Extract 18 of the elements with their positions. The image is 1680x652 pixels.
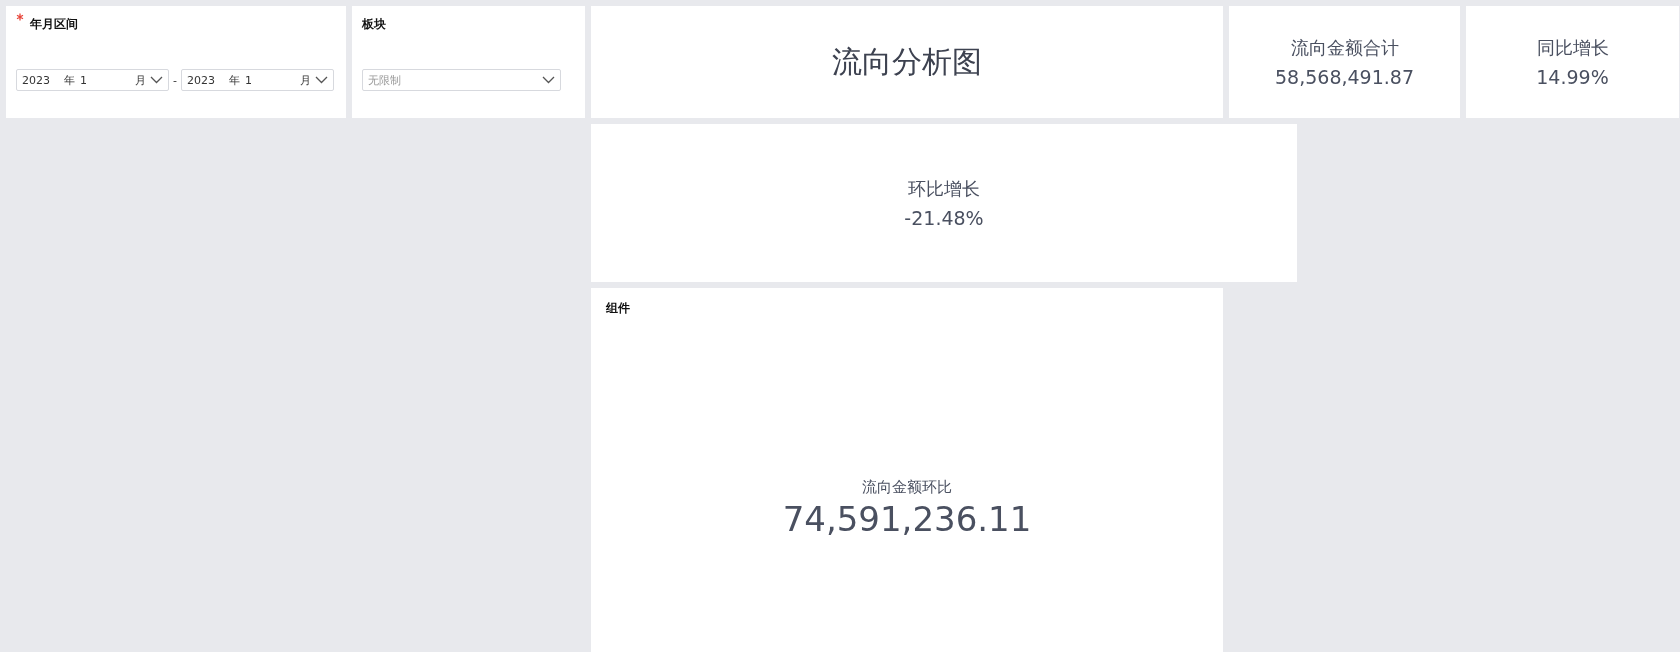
chevron-down-icon: [315, 76, 328, 84]
metric-label: 环比增长: [908, 177, 980, 201]
month-picker[interactable]: 2023 年 1 月: [16, 69, 169, 91]
metric-value: -21.48%: [904, 207, 984, 229]
filter-label: 板块: [362, 16, 386, 33]
filter-label: 年月区间: [30, 16, 78, 33]
metric-label: 同比增长: [1536, 36, 1609, 60]
month-picker[interactable]: 2023 年 1 月: [181, 69, 334, 91]
metric-value: 58,568,491.87: [1275, 66, 1414, 88]
metric-label: 流向金额环比: [862, 478, 952, 497]
metric-value: 74,591,236.11: [782, 499, 1032, 539]
range-separator: -: [173, 73, 177, 87]
chevron-down-icon: [542, 76, 555, 84]
metric-label: 流向金额合计: [1290, 36, 1399, 60]
metric-value: 14.99%: [1536, 66, 1609, 88]
card-title: 组件: [606, 300, 631, 317]
chevron-down-icon: [150, 76, 163, 84]
dashboard-title: 流向分析图: [832, 42, 982, 81]
